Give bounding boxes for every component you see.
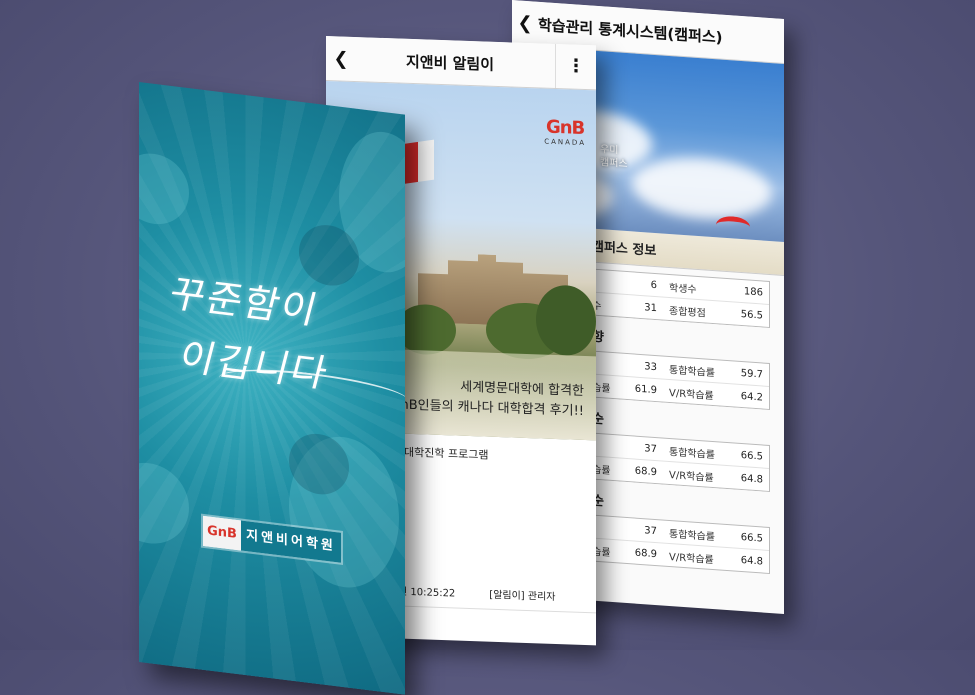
post-time: 전 10:25:22	[398, 586, 456, 600]
notice-title: 지앤비 알림이	[406, 52, 495, 74]
stats-title: 학습관리 통계시스템(캠퍼스)	[538, 15, 723, 47]
banner-text: 우미 캠퍼스	[600, 144, 628, 171]
gnb-canada-logo: GnB CANADA	[544, 116, 586, 148]
paraglider-image	[716, 215, 750, 237]
back-chevron-icon[interactable]: ❮	[512, 12, 538, 35]
more-menu-icon[interactable]: ⋮	[555, 43, 596, 90]
splash-screen: 꾸준함이 이깁니다 GnB 지앤비어학원	[139, 82, 405, 695]
back-chevron-icon[interactable]: ❮	[326, 48, 356, 70]
gnb-logo-mark: GnB	[203, 515, 241, 551]
post-author: [알림이] 관리자	[489, 589, 556, 604]
